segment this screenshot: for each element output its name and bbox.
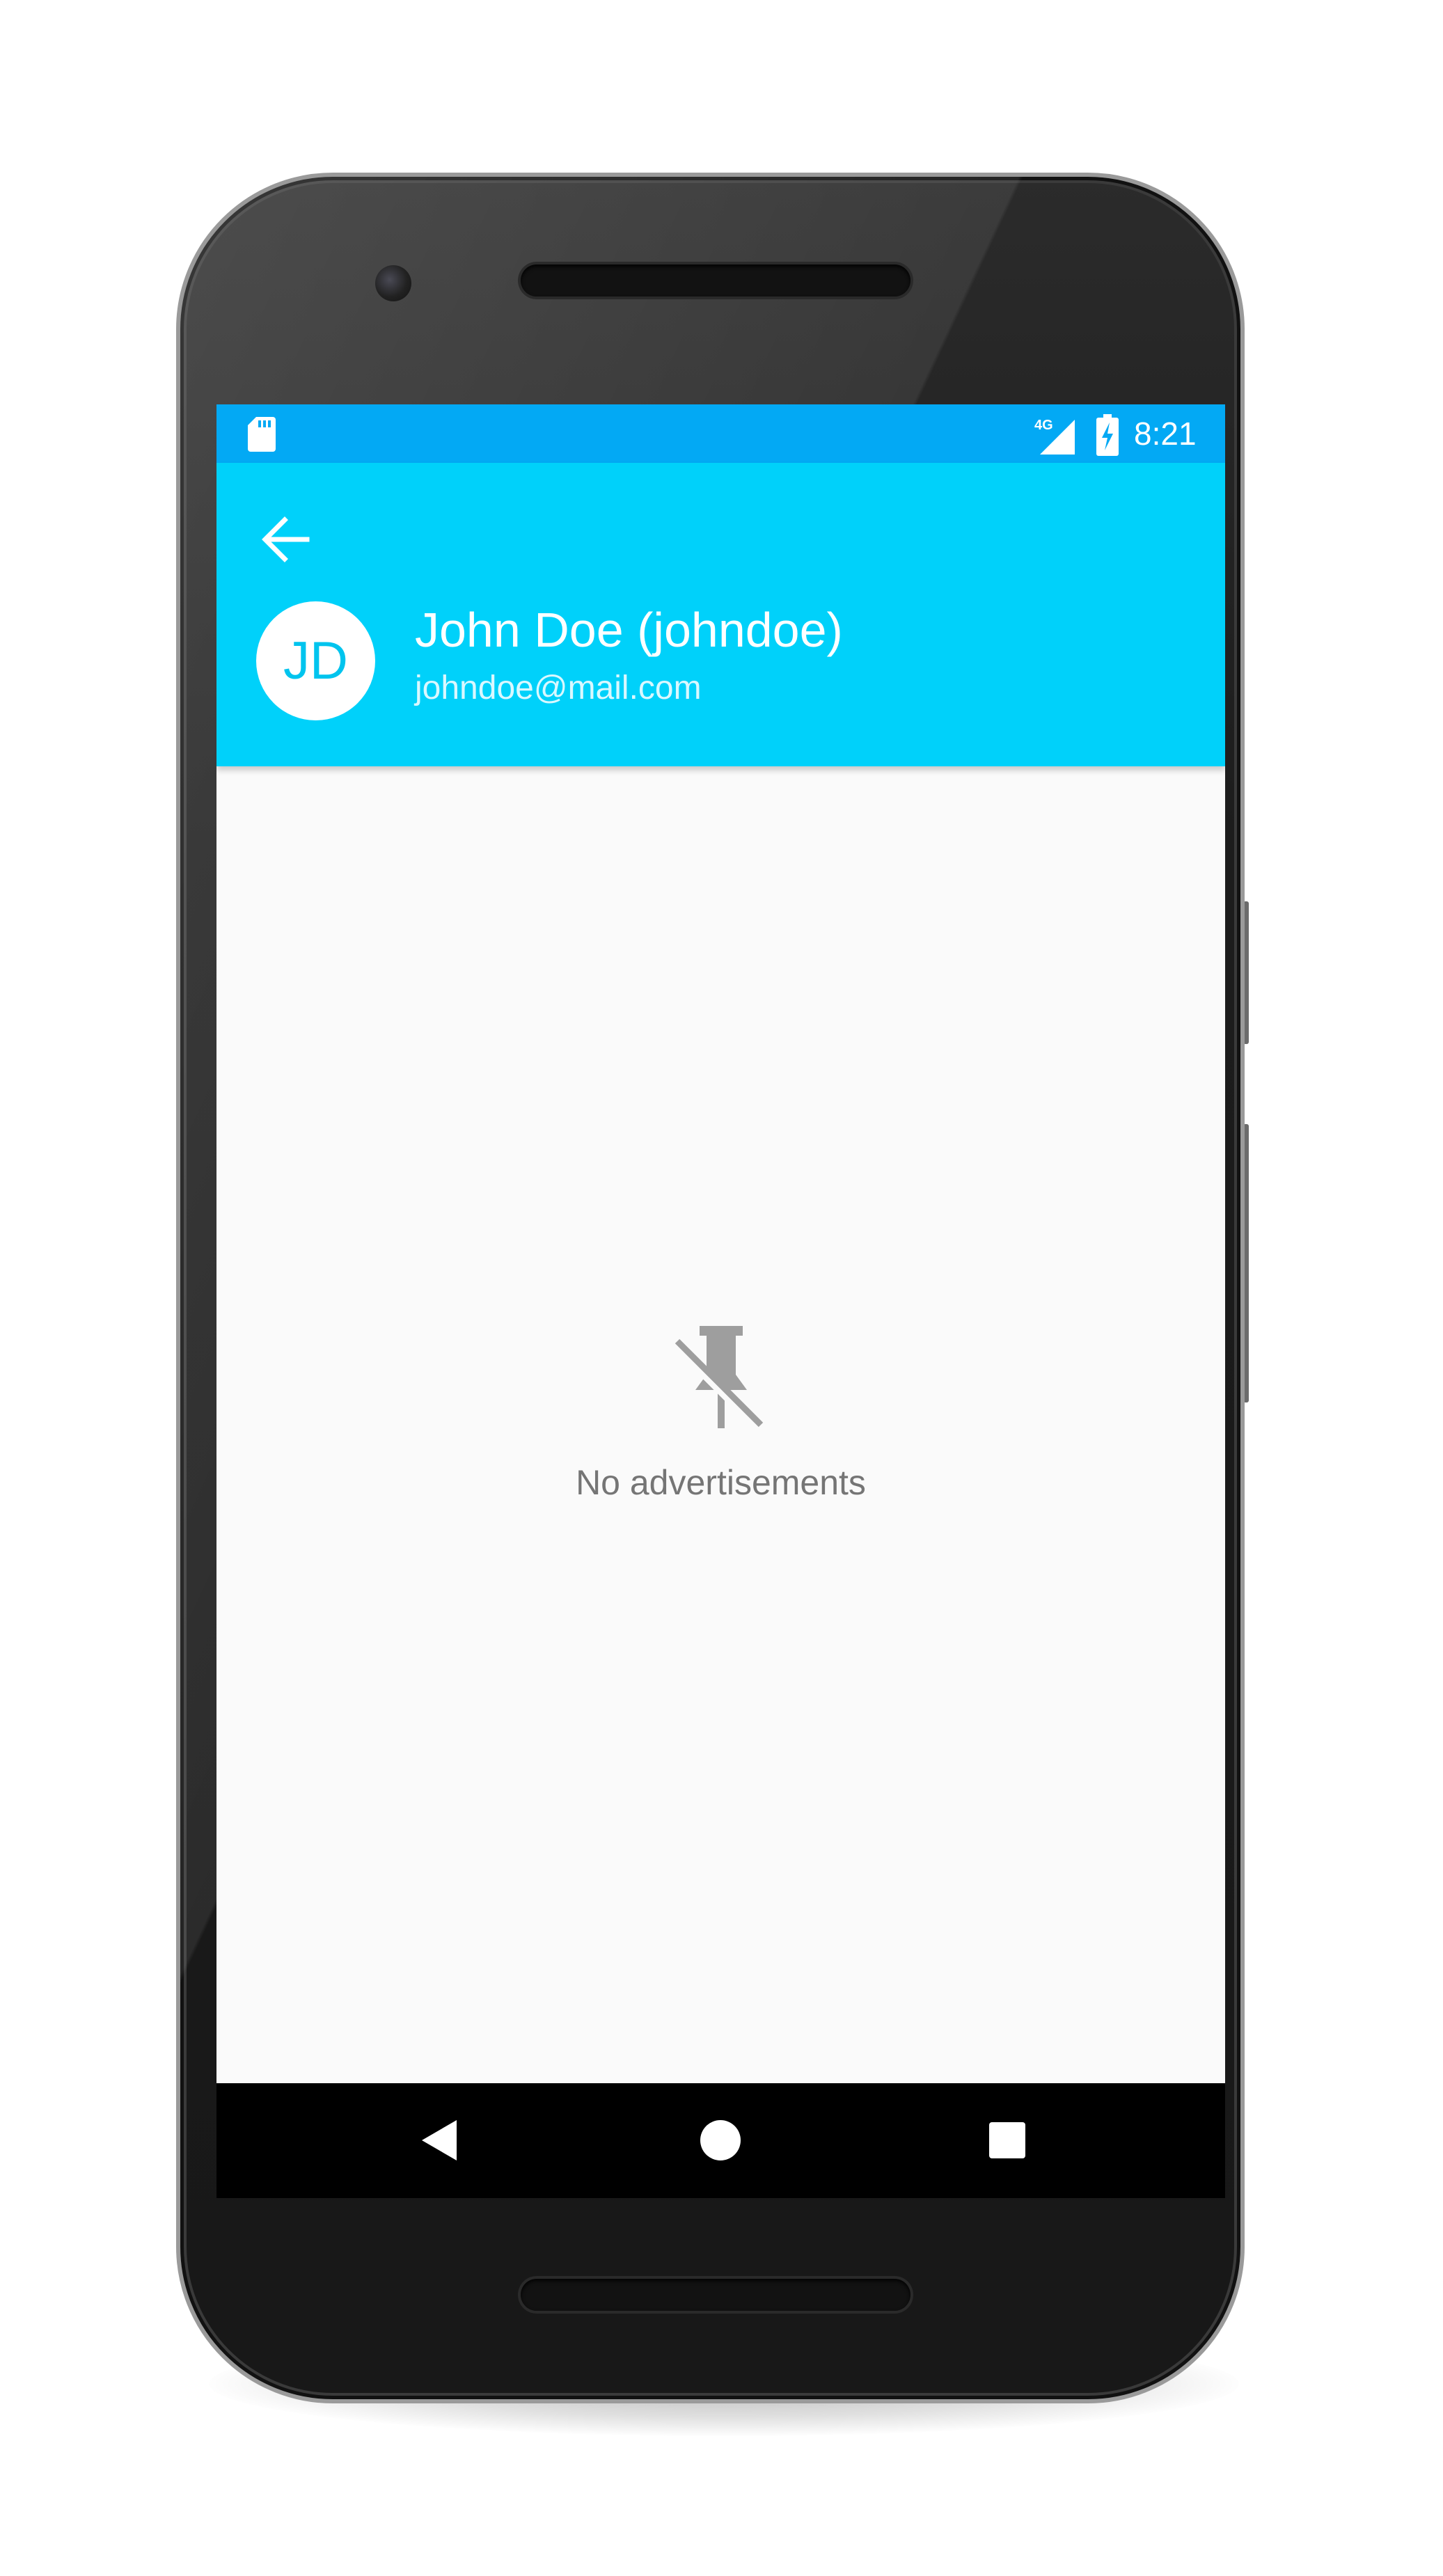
bottom-speaker xyxy=(521,2279,910,2311)
nav-back-icon[interactable] xyxy=(418,2119,460,2162)
status-clock: 8:21 xyxy=(1134,416,1197,452)
top-speaker xyxy=(521,264,910,297)
signal-icon: 4G xyxy=(1034,418,1075,455)
user-email: johndoe@mail.com xyxy=(415,670,702,706)
avatar: JD xyxy=(256,601,375,720)
front-camera xyxy=(375,265,411,301)
screen: 4G 8:21 JD John Doe (johndoe) johndoe@ma… xyxy=(216,404,1225,2198)
network-type-label: 4G xyxy=(1034,418,1053,433)
navigation-bar xyxy=(216,2083,1225,2198)
sd-card-icon xyxy=(248,417,276,452)
empty-state-message: No advertisements xyxy=(576,1463,866,1502)
app-bar: JD John Doe (johndoe) johndoe@mail.com xyxy=(216,463,1225,766)
arrow-back-icon xyxy=(262,516,310,562)
nav-recents-icon[interactable] xyxy=(989,2122,1025,2158)
status-bar: 4G 8:21 xyxy=(216,404,1225,463)
pin-off-icon xyxy=(675,1326,764,1432)
back-button[interactable] xyxy=(251,505,321,574)
user-name: John Doe (johndoe) xyxy=(415,603,843,657)
nav-home-icon[interactable] xyxy=(700,2120,741,2160)
battery-charging-icon xyxy=(1096,414,1119,456)
